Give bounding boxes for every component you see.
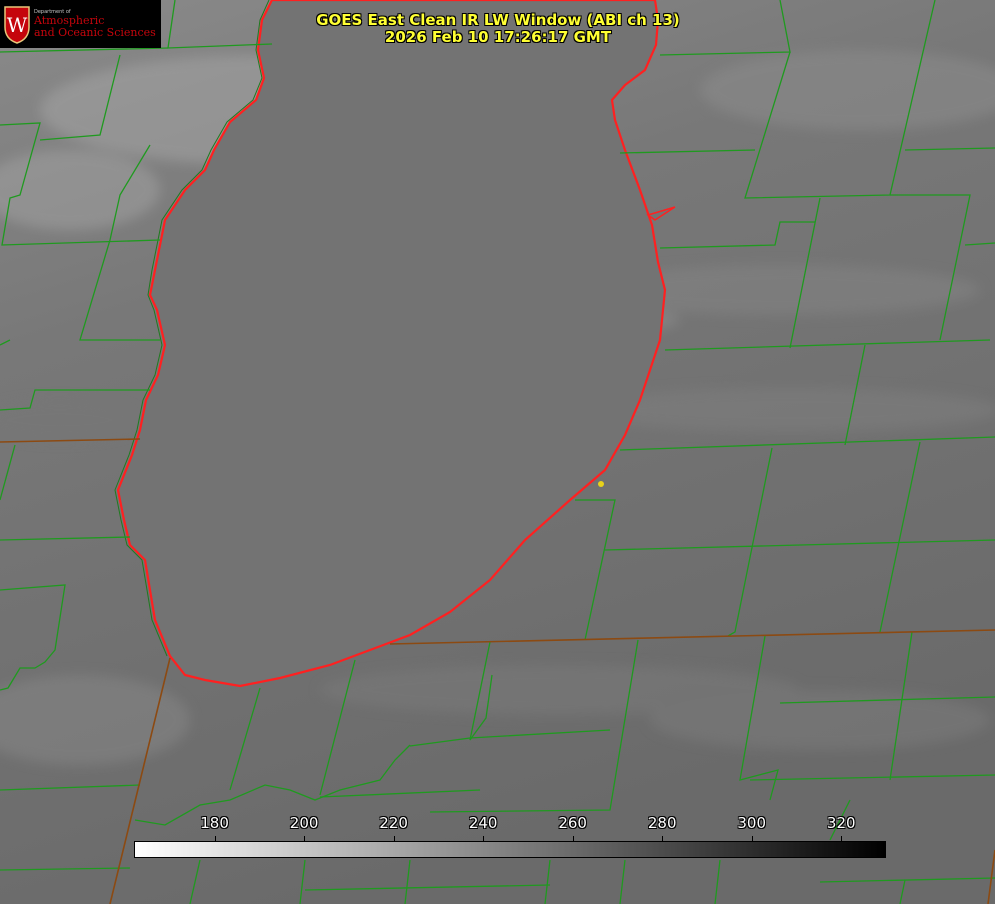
colorbar-tick-label: 280 [647, 814, 677, 832]
uw-crest-icon: W [4, 6, 30, 44]
colorbar-tick-mark [483, 836, 485, 841]
temperature-colorbar [134, 841, 886, 858]
crest-letter: W [7, 13, 28, 37]
satellite-map[interactable] [0, 0, 995, 904]
colorbar-tick-label: 300 [737, 814, 767, 832]
colorbar-tick-mark [214, 836, 216, 841]
colorbar-tick-label: 220 [379, 814, 408, 832]
colorbar-tick-label: 320 [826, 814, 856, 832]
colorbar-tick-mark [662, 836, 664, 841]
colorbar-tick-mark [751, 836, 753, 841]
colorbar-tick-mark [572, 836, 574, 841]
uw-aos-logo[interactable]: W Department of Atmospheric and Oceanic … [0, 0, 161, 48]
colorbar-tick-label: 200 [289, 814, 319, 832]
location-marker[interactable] [598, 481, 604, 487]
colorbar-tick-mark [841, 836, 843, 841]
colorbar-tick-label: 180 [200, 814, 229, 832]
colorbar-tick-mark [393, 836, 395, 841]
colorbar-tick-label: 240 [468, 814, 498, 832]
title-product: GOES East Clean IR LW Window (ABI ch 13) [316, 11, 680, 29]
image-title: GOES East Clean IR LW Window (ABI ch 13)… [298, 12, 698, 46]
title-timestamp: 2026 Feb 10 17:26:17 GMT [384, 28, 612, 46]
colorbar-tick-label: 260 [558, 814, 587, 832]
logo-line2: and Oceanic Sciences [34, 26, 156, 39]
colorbar-tick-mark [304, 836, 306, 841]
